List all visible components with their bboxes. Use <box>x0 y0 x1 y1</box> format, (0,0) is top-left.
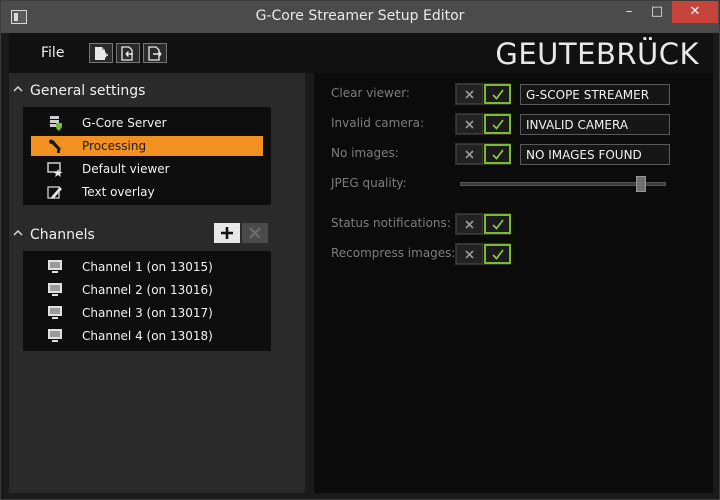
general-settings-list: G-Core Server Processing Default viewer <box>23 107 271 205</box>
minimize-button[interactable]: – <box>615 1 643 23</box>
monitor-icon <box>48 329 62 342</box>
menu-bar: File GEUTEBRÜCK <box>9 33 713 73</box>
disable-option[interactable] <box>456 114 483 134</box>
disable-option[interactable] <box>456 214 483 234</box>
window-title: G-Core Streamer Setup Editor <box>255 8 465 24</box>
recompress-images-label: Recompress images: <box>331 246 456 260</box>
nav-item-default-viewer[interactable]: Default viewer <box>31 159 263 179</box>
monitor-icon <box>48 260 62 273</box>
check-icon <box>492 149 504 160</box>
nav-item-label: Processing <box>82 139 147 153</box>
close-icon <box>465 250 474 259</box>
no-images-toggle[interactable] <box>455 143 511 165</box>
channel-item-3[interactable]: Channel 3 (on 13017) <box>31 303 263 323</box>
close-icon <box>465 90 474 99</box>
slider-thumb[interactable] <box>636 176 646 192</box>
add-channel-button[interactable] <box>214 223 240 243</box>
nav-item-label: G-Core Server <box>82 116 167 130</box>
invalid-camera-label: Invalid camera: <box>331 116 425 130</box>
clear-viewer-toggle[interactable] <box>455 83 511 105</box>
close-icon <box>249 227 261 239</box>
status-notifications-label: Status notifications: <box>331 216 451 230</box>
navigation-panel: General settings G-Core Server Processin… <box>9 73 305 493</box>
new-file-button[interactable] <box>89 43 113 63</box>
chevron-up-icon <box>13 227 23 241</box>
enable-option[interactable] <box>484 84 511 104</box>
enable-option[interactable] <box>484 244 511 264</box>
export-button[interactable] <box>143 43 167 63</box>
export-icon <box>148 46 162 61</box>
invalid-camera-text-input[interactable] <box>520 114 670 135</box>
recompress-images-toggle[interactable] <box>455 243 511 265</box>
new-file-icon <box>95 47 108 60</box>
nav-item-processing[interactable]: Processing <box>31 136 263 156</box>
channel-label: Channel 1 (on 13015) <box>82 260 213 274</box>
plus-icon <box>221 227 233 239</box>
nav-item-label: Text overlay <box>82 185 155 199</box>
close-button[interactable]: ✕ <box>672 1 718 23</box>
processing-settings-panel: Clear viewer: Invalid camera: No images: <box>314 73 713 493</box>
app-window: G-Core Streamer Setup Editor – □ ✕ File <box>0 0 720 500</box>
check-icon <box>492 89 504 100</box>
channel-label: Channel 3 (on 13017) <box>82 306 213 320</box>
disable-option[interactable] <box>456 84 483 104</box>
clear-viewer-text-input[interactable] <box>520 84 670 105</box>
no-images-label: No images: <box>331 146 399 160</box>
channel-item-1[interactable]: Channel 1 (on 13015) <box>31 257 263 277</box>
remove-channel-button[interactable] <box>242 223 268 243</box>
chevron-up-icon <box>13 83 23 97</box>
nav-item-text-overlay[interactable]: Text overlay <box>31 182 263 202</box>
title-bar[interactable]: G-Core Streamer Setup Editor – □ ✕ <box>1 1 719 33</box>
section-title: General settings <box>30 83 146 99</box>
enable-option[interactable] <box>484 114 511 134</box>
invalid-camera-toggle[interactable] <box>455 113 511 135</box>
nav-item-g-core-server[interactable]: G-Core Server <box>31 113 263 133</box>
maximize-button[interactable]: □ <box>643 1 671 23</box>
clear-viewer-label: Clear viewer: <box>331 86 410 100</box>
viewer-star-icon <box>47 162 63 177</box>
disable-option[interactable] <box>456 144 483 164</box>
no-images-text-input[interactable] <box>520 144 670 165</box>
brand-logo: GEUTEBRÜCK <box>495 37 699 71</box>
monitor-icon <box>48 283 62 296</box>
nav-item-label: Default viewer <box>82 162 170 176</box>
section-title: Channels <box>30 227 95 243</box>
channels-list: Channel 1 (on 13015) Channel 2 (on 13016… <box>23 251 271 351</box>
pencil-icon <box>47 186 62 199</box>
enable-option[interactable] <box>484 214 511 234</box>
file-menu[interactable]: File <box>41 45 64 61</box>
check-icon <box>492 219 504 230</box>
general-settings-header[interactable]: General settings <box>9 77 305 105</box>
import-button[interactable] <box>116 43 140 63</box>
jpeg-quality-label: JPEG quality: <box>331 176 407 190</box>
monitor-icon <box>48 306 62 319</box>
jpeg-quality-slider[interactable] <box>460 176 666 192</box>
close-icon <box>465 150 474 159</box>
import-icon <box>121 46 133 61</box>
enable-option[interactable] <box>484 144 511 164</box>
channel-label: Channel 4 (on 13018) <box>82 329 213 343</box>
wrench-icon <box>49 139 61 153</box>
close-icon <box>465 120 474 129</box>
channel-item-4[interactable]: Channel 4 (on 13018) <box>31 326 263 346</box>
check-icon <box>492 249 504 260</box>
server-shield-icon <box>50 116 62 131</box>
channel-label: Channel 2 (on 13016) <box>82 283 213 297</box>
disable-option[interactable] <box>456 244 483 264</box>
channel-item-2[interactable]: Channel 2 (on 13016) <box>31 280 263 300</box>
close-icon <box>465 220 474 229</box>
status-notifications-toggle[interactable] <box>455 213 511 235</box>
check-icon <box>492 119 504 130</box>
